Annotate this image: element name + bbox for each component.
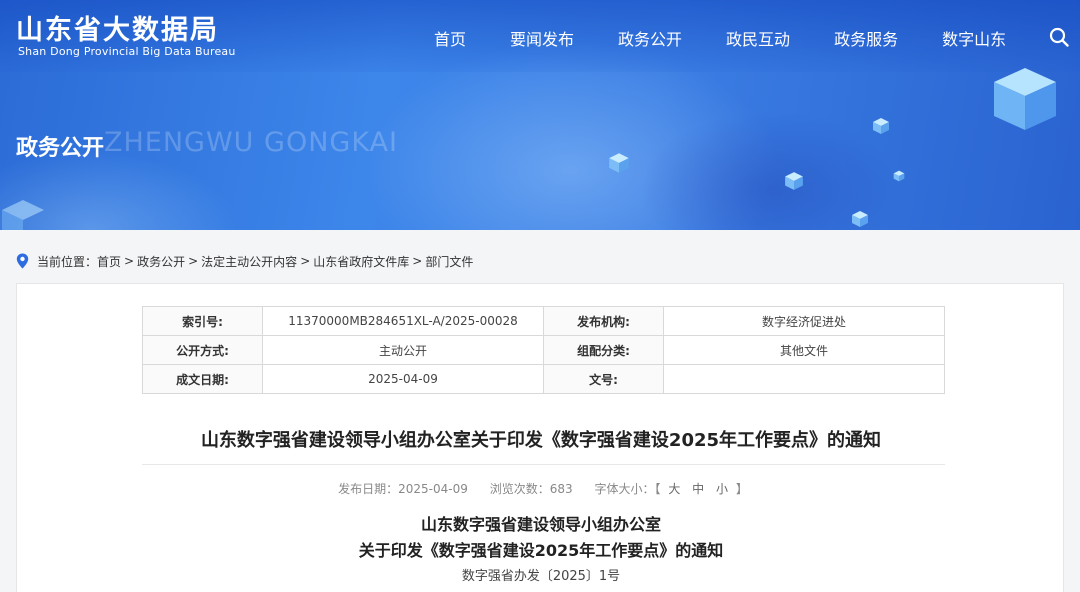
- views-label: 浏览次数：: [489, 482, 550, 496]
- meta-key-written-date: 成文日期:: [142, 364, 263, 394]
- body-heading: 山东数字强省建设领导小组办公室 关于印发《数字强省建设2025年工作要点》的通知: [17, 512, 1065, 564]
- meta-value-index: 11370000MB284651XL-A/2025-00028: [262, 306, 544, 336]
- meta-value-category: 其他文件: [663, 335, 945, 365]
- meta-key-publisher: 发布机构:: [543, 306, 664, 336]
- site-logo-subtitle: Shan Dong Provincial Big Data Bureau: [18, 45, 236, 58]
- font-size-label: 字体大小：: [594, 482, 655, 496]
- cube-decoration-icon: [785, 172, 803, 190]
- meta-value-doc-number: [663, 364, 945, 394]
- breadcrumb-label: 当前位置：: [37, 254, 98, 269]
- section-title: 政务公开: [16, 136, 105, 161]
- table-row: 索引号: 11370000MB284651XL-A/2025-00028 发布机…: [142, 306, 945, 336]
- breadcrumb: 当前位置： 首页 > 政务公开 > 法定主动公开内容 > 山东省政府文件库 > 部门文件: [16, 251, 473, 271]
- meta-key-category: 组配分类:: [543, 335, 664, 365]
- breadcrumb-separator: >: [188, 254, 199, 268]
- body-heading-line1: 山东数字强省建设领导小组办公室: [420, 515, 661, 534]
- font-size-bracket-close: 】: [735, 482, 748, 496]
- publish-date-label: 发布日期：: [338, 482, 399, 496]
- nav-item-services[interactable]: 政务服务: [812, 22, 920, 52]
- font-size-bracket-open: 【: [654, 482, 661, 496]
- location-pin-icon: [16, 253, 29, 269]
- font-size-large-button[interactable]: 大: [668, 482, 680, 496]
- meta-key-index: 索引号:: [142, 306, 263, 336]
- nav-item-gov-affairs[interactable]: 政务公开: [596, 22, 704, 52]
- title-divider: [142, 464, 945, 465]
- nav-item-home[interactable]: 首页: [412, 22, 488, 52]
- nav-item-news[interactable]: 要闻发布: [488, 22, 596, 52]
- table-row: 成文日期: 2025-04-09 文号:: [142, 364, 945, 394]
- site-logo-title[interactable]: 山东省大数据局: [16, 8, 219, 47]
- meta-key-disclosure: 公开方式:: [142, 335, 263, 365]
- cube-decoration-icon: [994, 68, 1056, 130]
- body-heading-line2: 关于印发《数字强省建设2025年工作要点》的通知: [358, 541, 724, 560]
- cube-decoration-icon: [893, 170, 905, 182]
- breadcrumb-item-statutory-content[interactable]: 法定主动公开内容: [201, 253, 297, 270]
- table-row: 公开方式: 主动公开 组配分类: 其他文件: [142, 335, 945, 365]
- breadcrumb-separator: >: [124, 254, 135, 268]
- document-meta-table: 索引号: 11370000MB284651XL-A/2025-00028 发布机…: [142, 306, 945, 394]
- meta-value-publisher: 数字经济促进处: [663, 306, 945, 336]
- cube-decoration-icon: [2, 200, 44, 230]
- publish-date-value: 2025-04-09: [398, 482, 468, 496]
- search-icon[interactable]: [1049, 27, 1069, 47]
- breadcrumb-separator: >: [412, 254, 423, 268]
- nav-item-digital-shandong[interactable]: 数字山东: [920, 22, 1028, 52]
- main-nav: 首页 要闻发布 政务公开 政民互动 政务服务 数字山东: [412, 22, 1028, 52]
- nav-item-interaction[interactable]: 政民互动: [704, 22, 812, 52]
- breadcrumb-item-department-files[interactable]: 部门文件: [425, 253, 473, 270]
- meta-key-doc-number: 文号:: [543, 364, 664, 394]
- font-size-small-button[interactable]: 小: [716, 482, 728, 496]
- article-card: 索引号: 11370000MB284651XL-A/2025-00028 发布机…: [16, 283, 1064, 592]
- article-info-row: 发布日期：2025-04-09 浏览次数：683 字体大小：【 大 中 小 】: [17, 480, 1065, 497]
- breadcrumb-item-document-library[interactable]: 山东省政府文件库: [313, 253, 409, 270]
- breadcrumb-item-home[interactable]: 首页: [97, 253, 121, 270]
- header-banner: 山东省大数据局 Shan Dong Provincial Big Data Bu…: [0, 0, 1080, 230]
- document-number: 数字强省办发〔2025〕1号: [461, 569, 621, 584]
- breadcrumb-separator: >: [300, 254, 311, 268]
- breadcrumb-item-gov-affairs[interactable]: 政务公开: [137, 253, 185, 270]
- meta-value-written-date: 2025-04-09: [262, 364, 544, 394]
- cube-decoration-icon: [873, 118, 889, 134]
- cube-decoration-icon: [852, 211, 868, 227]
- cube-decoration-icon: [609, 153, 629, 173]
- views-count: 683: [549, 482, 573, 496]
- meta-value-disclosure: 主动公开: [262, 335, 544, 365]
- font-size-medium-button[interactable]: 中: [692, 482, 704, 496]
- article-title: 山东数字强省建设领导小组办公室关于印发《数字强省建设2025年工作要点》的通知: [200, 430, 882, 451]
- section-watermark: ZHENGWU GONGKAI: [104, 127, 398, 158]
